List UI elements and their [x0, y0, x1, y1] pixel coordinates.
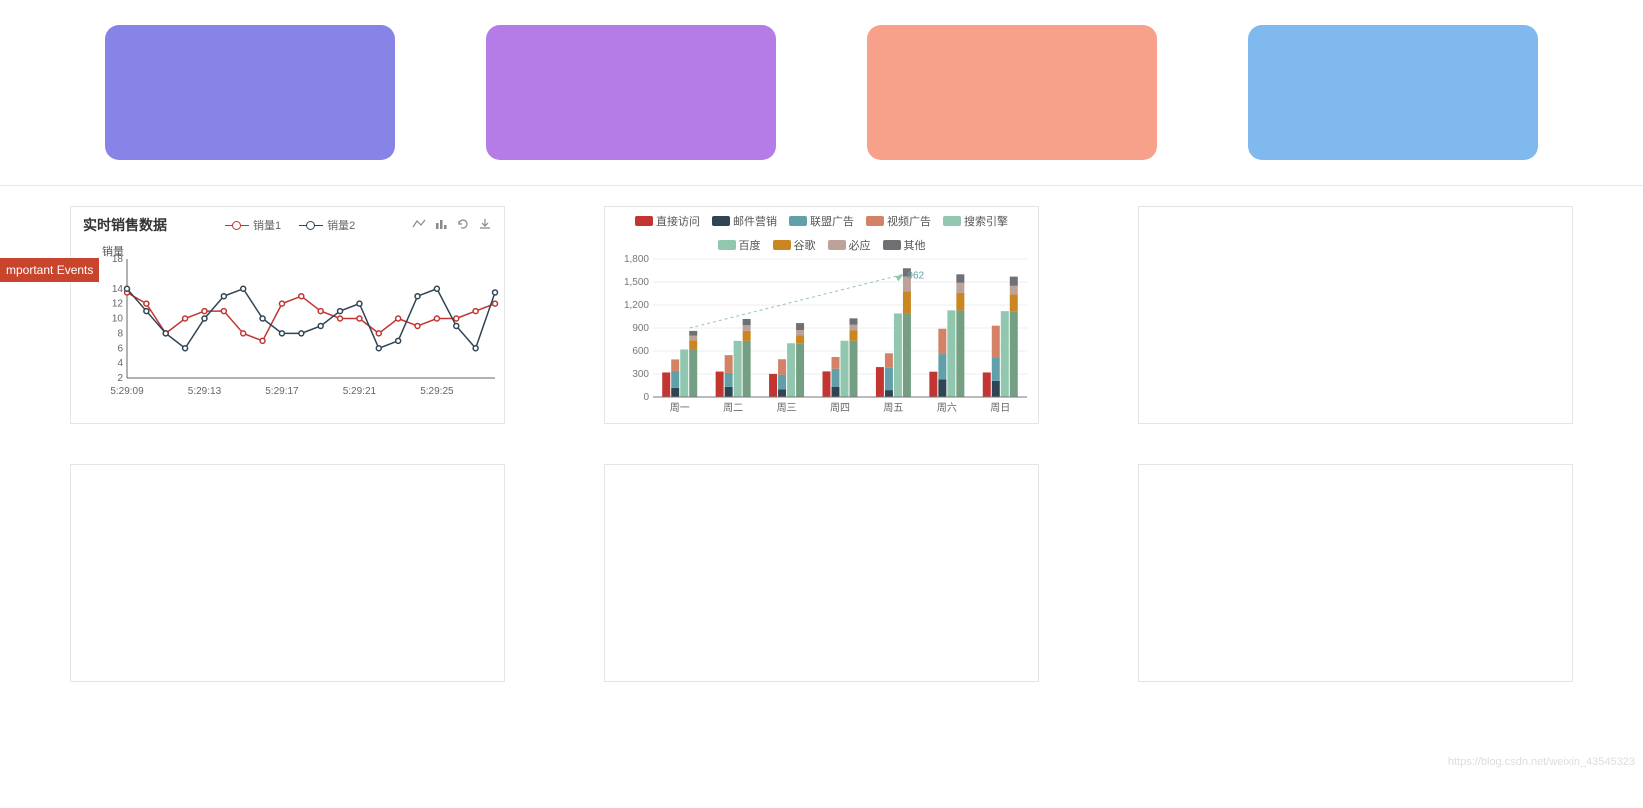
empty-chart-panel-1 [1138, 206, 1573, 424]
watermark: https://blog.csdn.net/weixin_43545323 [1448, 756, 1635, 768]
svg-text:6: 6 [117, 343, 123, 354]
svg-text:600: 600 [632, 346, 649, 357]
svg-text:周二: 周二 [723, 402, 743, 414]
chart-toolbox [412, 217, 492, 234]
legend-google[interactable]: 谷歌 [773, 237, 816, 253]
legend-bing[interactable]: 必应 [828, 237, 871, 253]
metric-cards-row [0, 0, 1643, 186]
line-chart-panel: 实时销售数据 销量1 销量2 销量 2468101214185:29:095:2… [70, 206, 505, 424]
svg-text:周四: 周四 [830, 402, 850, 414]
svg-text:5:29:25: 5:29:25 [420, 386, 454, 397]
line-chart-title: 实时销售数据 [83, 215, 167, 235]
metric-card-3[interactable] [867, 25, 1157, 160]
legend-union[interactable]: 联盟广告 [789, 213, 854, 229]
legend-mail[interactable]: 邮件营销 [712, 213, 777, 229]
svg-text:4: 4 [117, 358, 123, 369]
svg-text:5:29:13: 5:29:13 [188, 386, 222, 397]
legend-series-1[interactable]: 销量1 [225, 217, 281, 233]
chart-row-2 [0, 444, 1643, 702]
legend-direct[interactable]: 直接访问 [635, 213, 700, 229]
svg-text:12: 12 [112, 299, 124, 310]
svg-text:900: 900 [632, 323, 649, 334]
legend-series-2[interactable]: 销量2 [299, 217, 355, 233]
line-chart-body: 销量 2468101214185:29:095:29:135:29:175:29… [77, 241, 498, 401]
bar-chart-svg: 0 300 600 900 1,200 1,500 1,800 周一 周二 周三 周四 周五 周六 周日 9… [617, 255, 1035, 415]
svg-text:1,500: 1,500 [624, 277, 649, 288]
svg-text:14: 14 [112, 284, 124, 295]
svg-text:1,200: 1,200 [624, 300, 649, 311]
metric-card-2[interactable] [486, 25, 776, 160]
svg-text:周日: 周日 [990, 402, 1010, 414]
svg-text:962: 962 [907, 270, 924, 281]
line-chart-header: 实时销售数据 销量1 销量2 [77, 213, 498, 237]
svg-text:2: 2 [117, 373, 123, 384]
svg-text:300: 300 [632, 369, 649, 380]
svg-text:周一: 周一 [670, 402, 690, 414]
empty-chart-panel-4 [1138, 464, 1573, 682]
svg-text:周五: 周五 [883, 402, 903, 414]
svg-text:5:29:21: 5:29:21 [343, 386, 377, 397]
svg-text:5:29:09: 5:29:09 [110, 386, 144, 397]
legend-video[interactable]: 视频广告 [866, 213, 931, 229]
svg-text:0: 0 [643, 392, 649, 403]
metric-card-4[interactable] [1248, 25, 1538, 160]
line-chart-svg: 2 4 6 8 10 12 14 18 5:29:09 5:29:13 5:29:17 5:29:21… [101, 253, 501, 398]
chart-row-1: 实时销售数据 销量1 销量2 销量 2468101214185:29:095:2… [0, 186, 1643, 444]
svg-text:1,800: 1,800 [624, 255, 649, 265]
svg-text:周六: 周六 [937, 402, 957, 414]
refresh-icon[interactable] [456, 217, 470, 234]
svg-text:10: 10 [112, 314, 124, 325]
download-icon[interactable] [478, 217, 492, 234]
line-type-icon[interactable] [412, 217, 426, 234]
legend-baidu[interactable]: 百度 [718, 237, 761, 253]
legend-search[interactable]: 搜索引擎 [943, 213, 1008, 229]
bar-chart-body: 0 300 600 900 1,200 1,500 1,800 周一 周二 周三 周四 周五 周六 周日 9… [613, 255, 1030, 415]
bar-type-icon[interactable] [434, 217, 448, 234]
legend-other[interactable]: 其他 [883, 237, 926, 253]
empty-chart-panel-3 [604, 464, 1039, 682]
svg-text:5:29:17: 5:29:17 [265, 386, 299, 397]
svg-text:周三: 周三 [777, 402, 797, 414]
empty-chart-panel-2 [70, 464, 505, 682]
bar-chart-panel: 直接访问 邮件营销 联盟广告 视频广告 搜索引擎 百度 谷歌 必应 其他 0 30… [604, 206, 1039, 424]
svg-text:18: 18 [112, 254, 124, 265]
svg-text:8: 8 [117, 328, 123, 339]
bar-chart-legend: 直接访问 邮件营销 联盟广告 视频广告 搜索引擎 百度 谷歌 必应 其他 [613, 211, 1030, 255]
metric-card-1[interactable] [105, 25, 395, 160]
